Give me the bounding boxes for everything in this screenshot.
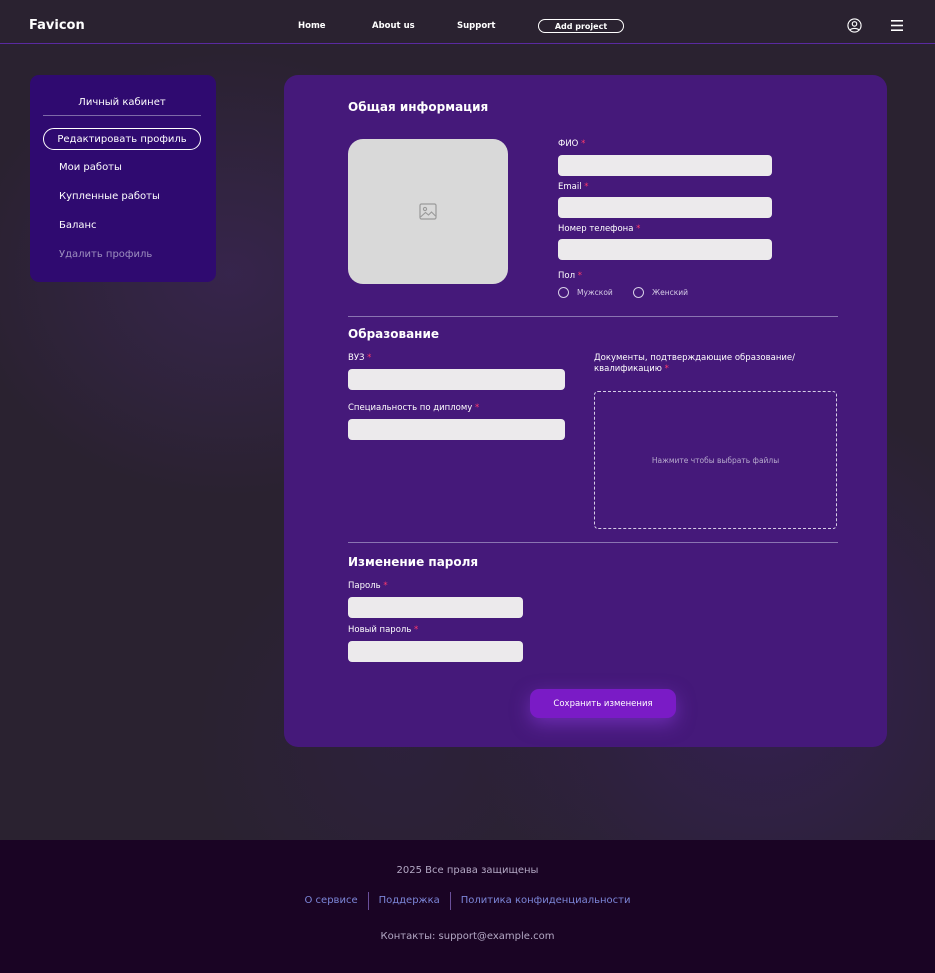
password-field[interactable] [348, 597, 523, 618]
required-mark: * [383, 581, 388, 591]
fio-label: ФИО * [558, 139, 585, 149]
user-circle-icon[interactable] [847, 18, 862, 33]
required-mark: * [664, 364, 669, 374]
footer-link-privacy[interactable]: Политика конфиденциальности [449, 892, 641, 910]
sidebar-item-my-works[interactable]: Мои работы [59, 162, 122, 173]
hamburger-menu-icon[interactable] [891, 20, 903, 31]
password-title: Изменение пароля [348, 555, 479, 569]
sidebar-item-purchased-works[interactable]: Купленные работы [59, 191, 160, 202]
save-changes-button[interactable]: Сохранить изменения [530, 689, 676, 718]
email-label: Email * [558, 182, 589, 192]
gender-female-radio[interactable] [633, 287, 644, 298]
email-label-text: Email [558, 182, 582, 192]
password-label: Пароль * [348, 581, 388, 591]
new-password-label-text: Новый пароль [348, 625, 412, 635]
sidebar-item-balance[interactable]: Баланс [59, 220, 97, 231]
gender-male-label[interactable]: Мужской [577, 288, 613, 297]
footer-link-support[interactable]: Поддержка [367, 892, 450, 910]
top-header: Favicon Home About us Support Add projec… [0, 0, 935, 44]
documents-dropzone[interactable]: Нажмите чтобы выбрать файлы [594, 391, 837, 529]
required-mark: * [474, 403, 480, 413]
fio-label-text: ФИО [558, 139, 579, 149]
fio-field[interactable] [558, 155, 772, 176]
nav-support-link[interactable]: Support [457, 21, 495, 31]
nav-home-link[interactable]: Home [298, 21, 326, 31]
footer-links: О сервисе Поддержка Политика конфиденциа… [0, 892, 935, 910]
avatar-upload[interactable] [348, 139, 508, 284]
password-label-text: Пароль [348, 581, 381, 591]
phone-label: Номер телефона * [558, 224, 640, 234]
gender-label-text: Пол [558, 271, 576, 281]
new-password-label: Новый пароль * [348, 625, 418, 635]
profile-edit-card: Общая информация ФИО * Email * Номер тел… [284, 75, 887, 747]
documents-label-line2: квалификацию [594, 364, 662, 374]
footer: 2025 Все права защищены О сервисе Поддер… [0, 840, 935, 973]
required-mark: * [584, 182, 589, 192]
sidebar-title: Личный кабинет [43, 97, 201, 116]
nav-about-link[interactable]: About us [372, 21, 415, 31]
gender-female-label[interactable]: Женский [652, 288, 688, 297]
university-label: ВУЗ * [348, 353, 371, 363]
documents-label: Документы, подтверждающие образование/ к… [594, 353, 795, 375]
footer-contacts: Контакты: support@example.com [380, 931, 555, 942]
section-divider [348, 316, 838, 317]
specialty-field[interactable] [348, 419, 565, 440]
sidebar-item-edit-profile[interactable]: Редактировать профиль [43, 128, 201, 150]
new-password-field[interactable] [348, 641, 523, 662]
footer-link-about[interactable]: О сервисе [295, 892, 368, 910]
university-field[interactable] [348, 369, 565, 390]
section-divider [348, 542, 838, 543]
general-info-title: Общая информация [348, 100, 489, 114]
education-title: Образование [348, 327, 440, 341]
required-mark: * [414, 625, 419, 635]
gender-male-radio[interactable] [558, 287, 569, 298]
email-field[interactable] [558, 197, 772, 218]
specialty-label-text: Специальность по диплому [348, 403, 473, 413]
profile-sidebar: Личный кабинет Редактировать профиль Мои… [30, 75, 216, 282]
required-mark: * [581, 139, 586, 149]
footer-copyright: 2025 Все права защищены [396, 865, 539, 876]
required-mark: * [577, 271, 582, 281]
logo[interactable]: Favicon [29, 18, 85, 33]
phone-label-text: Номер телефона [558, 224, 634, 234]
documents-label-line1: Документы, подтверждающие образование/ [594, 353, 796, 363]
gender-label: Пол * [558, 271, 582, 281]
image-placeholder-icon [419, 203, 437, 220]
sidebar-item-delete-profile[interactable]: Удалить профиль [59, 249, 152, 260]
required-mark: * [636, 224, 641, 234]
add-project-button[interactable]: Add project [538, 19, 624, 33]
phone-field[interactable] [558, 239, 772, 260]
dropzone-text: Нажмите чтобы выбрать файлы [651, 455, 780, 465]
required-mark: * [367, 353, 372, 363]
university-label-text: ВУЗ [348, 353, 365, 363]
specialty-label: Специальность по диплому * [348, 403, 479, 413]
